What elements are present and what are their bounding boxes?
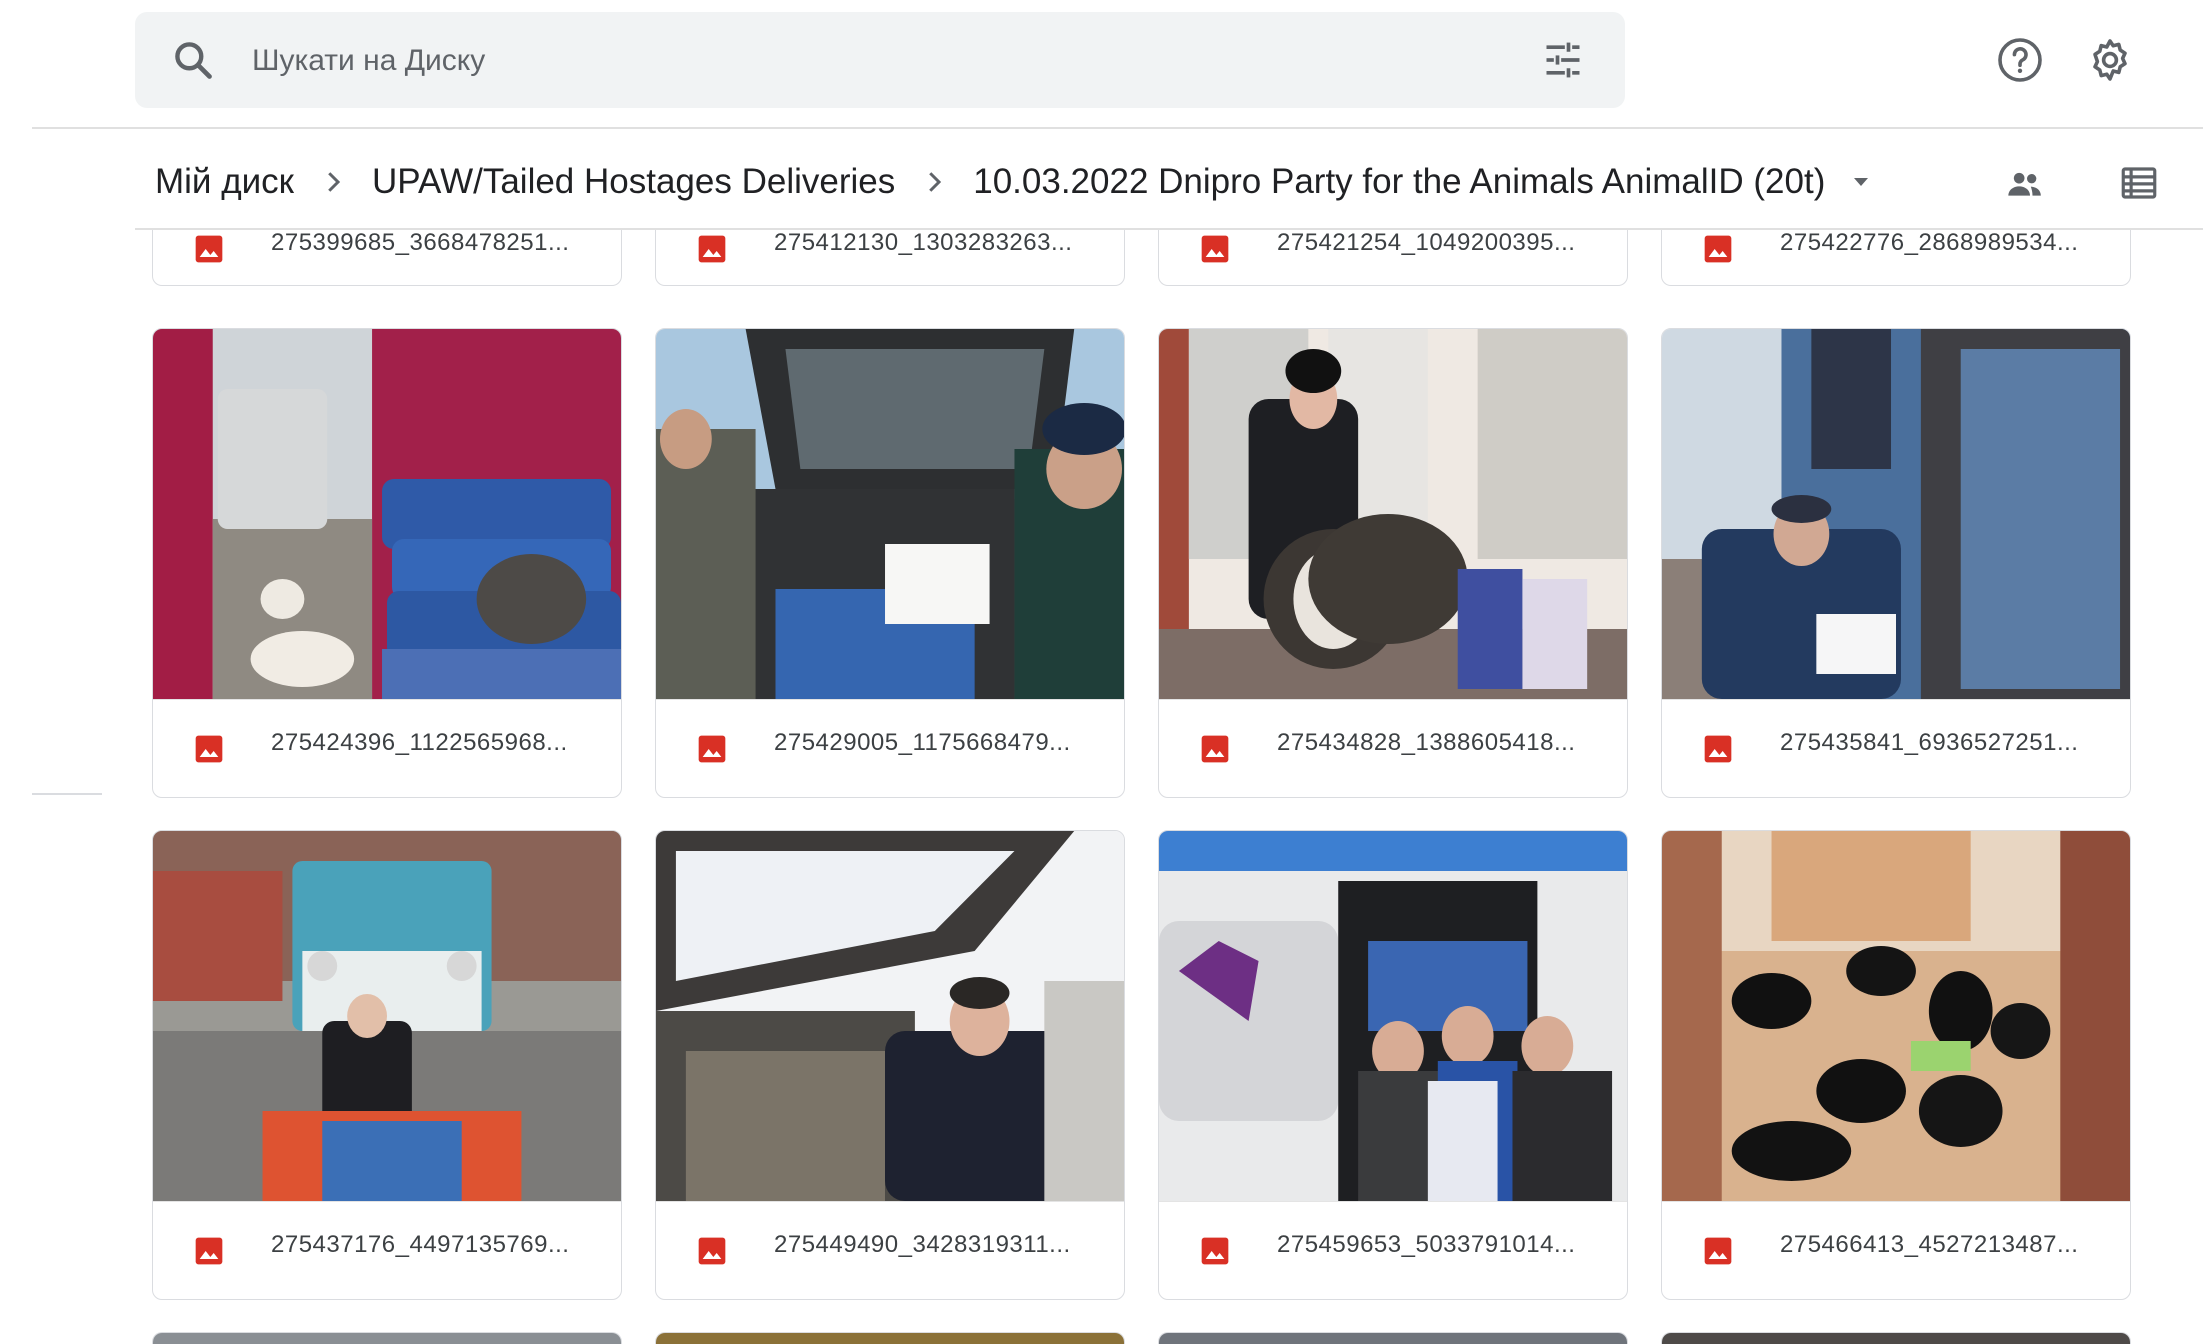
file-card[interactable]: 275422776_2868989534... xyxy=(1661,230,2131,286)
chevron-right-icon xyxy=(929,172,942,192)
file-card[interactable]: 275466413_4527213487... xyxy=(1661,830,2131,1300)
photo-thumbnail xyxy=(656,329,1124,700)
image-file-icon xyxy=(1704,1237,1732,1265)
file-card[interactable]: 275459653_5033791014... xyxy=(1158,830,1628,1300)
photo-thumbnail xyxy=(1159,329,1627,700)
photo-thumbnail xyxy=(153,1333,621,1344)
file-card[interactable]: 275437176_4497135769... xyxy=(152,830,622,1300)
help-icon[interactable] xyxy=(1996,36,2044,84)
photo-thumbnail xyxy=(1159,1333,1627,1344)
file-name: 275412130_1303283263... xyxy=(774,230,1073,256)
image-file-icon xyxy=(1704,735,1732,763)
chevron-right-icon xyxy=(328,172,341,192)
file-card[interactable]: 275434828_1388605418... xyxy=(1158,328,1628,798)
breadcrumb: Мій диск UPAW/Tailed Hostages Deliveries… xyxy=(155,152,1873,212)
photo-thumbnail xyxy=(1662,329,2130,700)
photo-thumbnail xyxy=(153,329,621,700)
people-icon[interactable] xyxy=(2005,164,2045,204)
file-grid: 275399685_3668478251... 275412130_130328… xyxy=(0,230,2203,1344)
file-name: 275435841_6936527251... xyxy=(1780,729,2079,756)
image-file-icon xyxy=(195,1237,223,1265)
file-card[interactable] xyxy=(1661,1332,2131,1344)
file-name: 275437176_4497135769... xyxy=(271,1231,570,1258)
header-divider xyxy=(32,127,2203,129)
file-name: 275434828_1388605418... xyxy=(1277,729,1576,756)
breadcrumb-item-my-drive[interactable]: Мій диск xyxy=(155,162,294,202)
breadcrumb-item-current[interactable]: 10.03.2022 Dnipro Party for the Animals … xyxy=(973,162,1825,202)
gear-icon[interactable] xyxy=(2086,36,2134,84)
file-card[interactable]: 275421254_1049200395... xyxy=(1158,230,1628,286)
image-file-icon xyxy=(698,735,726,763)
file-name: 275421254_1049200395... xyxy=(1277,230,1576,256)
tune-icon[interactable] xyxy=(1541,38,1585,82)
search-input[interactable] xyxy=(250,32,1454,90)
file-name: 275399685_3668478251... xyxy=(271,230,570,256)
image-file-icon xyxy=(1201,735,1229,763)
list-view-icon[interactable] xyxy=(2118,162,2160,204)
file-name: 275429005_1175668479... xyxy=(774,729,1071,756)
caret-down-icon[interactable] xyxy=(1849,170,1873,194)
file-card[interactable]: 275449490_3428319311... xyxy=(655,830,1125,1300)
file-name: 275466413_4527213487... xyxy=(1780,1231,2079,1258)
photo-thumbnail xyxy=(1159,831,1627,1202)
photo-thumbnail xyxy=(153,831,621,1202)
file-name: 275459653_5033791014... xyxy=(1277,1231,1576,1258)
breadcrumb-item-folder[interactable]: UPAW/Tailed Hostages Deliveries xyxy=(372,162,895,202)
photo-thumbnail xyxy=(1662,831,2130,1202)
image-file-icon xyxy=(1201,1237,1229,1265)
image-file-icon xyxy=(1201,235,1229,263)
file-name: 275424396_1122565968... xyxy=(271,729,568,756)
file-card[interactable]: 275424396_1122565968... xyxy=(152,328,622,798)
file-name: 275449490_3428319311... xyxy=(774,1231,1071,1258)
image-file-icon xyxy=(195,735,223,763)
file-card[interactable]: 275435841_6936527251... xyxy=(1661,328,2131,798)
file-name: 275422776_2868989534... xyxy=(1780,230,2079,256)
image-file-icon xyxy=(1704,235,1732,263)
file-card[interactable] xyxy=(152,1332,622,1344)
photo-thumbnail xyxy=(656,831,1124,1202)
file-card[interactable] xyxy=(655,1332,1125,1344)
photo-thumbnail xyxy=(1662,1333,2130,1344)
file-card[interactable]: 275412130_1303283263... xyxy=(655,230,1125,286)
image-file-icon xyxy=(698,235,726,263)
file-card[interactable]: 275429005_1175668479... xyxy=(655,328,1125,798)
search-bar[interactable] xyxy=(135,12,1625,108)
search-icon[interactable] xyxy=(171,38,215,82)
file-card[interactable] xyxy=(1158,1332,1628,1344)
photo-thumbnail xyxy=(656,1333,1124,1344)
image-file-icon xyxy=(195,235,223,263)
image-file-icon xyxy=(698,1237,726,1265)
file-card[interactable]: 275399685_3668478251... xyxy=(152,230,622,286)
